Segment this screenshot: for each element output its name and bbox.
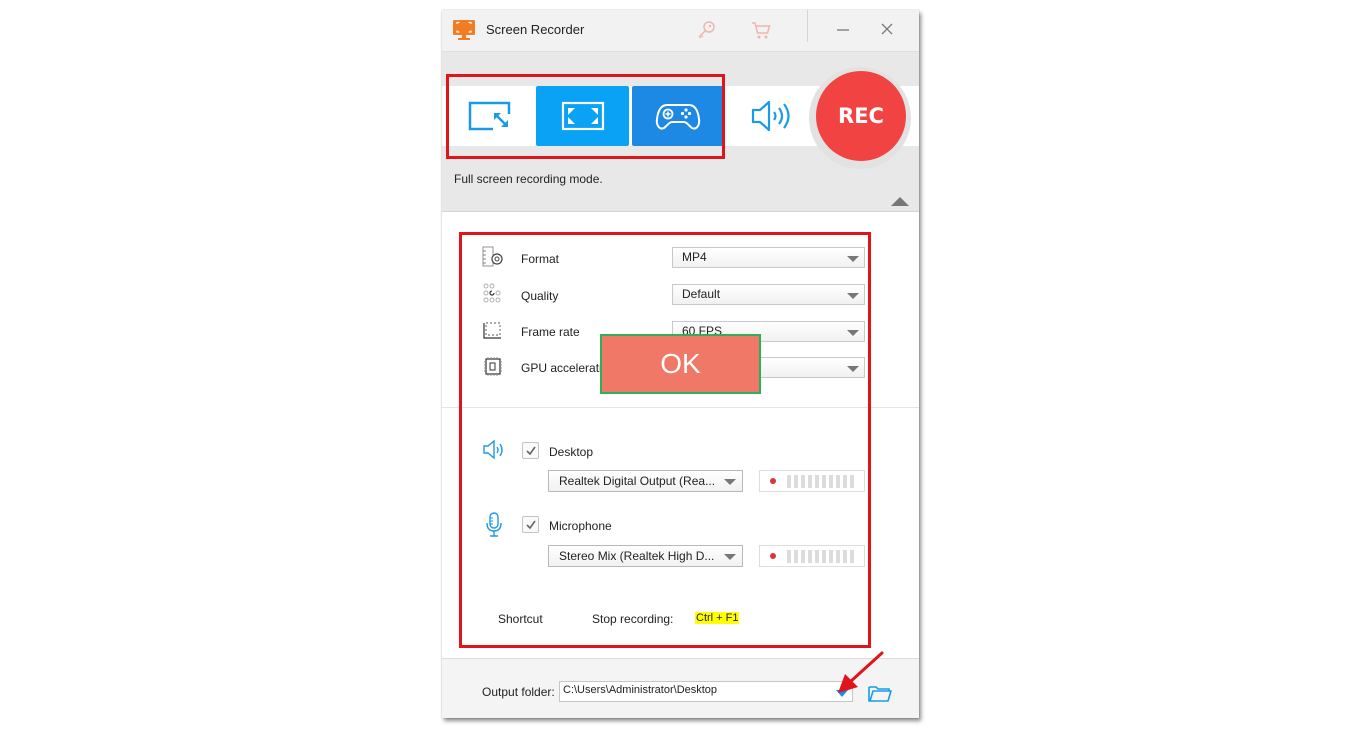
microphone-label: Microphone [549,519,612,533]
window-title: Screen Recorder [486,22,585,37]
rec-button[interactable]: REC [816,71,906,161]
chevron-down-icon [847,366,859,372]
speaker-icon [751,100,790,132]
screen-recorder-window: Screen Recorder REC Full screen recordin… [442,10,919,718]
recording-mode-panel: REC Full screen recording mode. [442,52,919,212]
desktop-level-meter [759,470,865,492]
quality-select[interactable]: Default [672,284,865,305]
microphone-device-value: Stereo Mix (Realtek High D... [559,549,715,563]
record-dot-icon [770,478,776,484]
desktop-device-select[interactable]: Realtek Digital Output (Rea... [548,470,743,492]
region-select-icon [468,101,511,131]
microphone-level-meter [759,545,865,567]
gamepad-icon [655,104,700,130]
desktop-speaker-icon [483,440,503,460]
record-dot-icon [770,553,776,559]
output-folder-input[interactable]: C:\Users\Administrator\Desktop [559,681,853,702]
chevron-down-icon [847,256,859,262]
quality-label: Quality [521,289,559,303]
desktop-audio-checkbox[interactable] [522,442,539,459]
format-value: MP4 [682,250,707,264]
level-bars [787,550,854,563]
monitor-record-icon [453,20,475,40]
chevron-down-icon [847,293,859,299]
ok-overlay-button[interactable]: OK [600,334,761,394]
frame-rate-label: Frame rate [521,325,580,339]
key-icon[interactable] [695,19,717,41]
shortcut-label: Shortcut [498,612,543,626]
mode-description: Full screen recording mode. [454,172,603,186]
mode-game-button[interactable] [632,86,723,146]
frame-rate-icon [483,322,501,339]
format-label: Format [521,252,560,266]
quality-value: Default [682,287,721,301]
output-folder-dropdown[interactable] [836,690,848,697]
output-folder-label: Output folder: [482,685,555,699]
checkmark-icon [526,520,536,530]
checkmark-icon [526,446,536,456]
stop-recording-label: Stop recording: [592,612,674,626]
cart-icon[interactable] [750,19,772,41]
microphone-device-select[interactable]: Stereo Mix (Realtek High D... [548,545,743,567]
collapse-panel-button[interactable] [891,197,909,206]
level-bars [787,475,854,488]
desktop-device-value: Realtek Digital Output (Rea... [559,474,716,488]
chevron-down-icon [724,554,736,560]
minimize-icon[interactable] [828,18,858,40]
stop-recording-hotkey[interactable]: Ctrl + F1 [695,612,740,624]
quality-icon [483,283,501,303]
chevron-down-icon [724,479,736,485]
chevron-down-icon [847,330,859,336]
mode-audio-button[interactable] [727,86,815,146]
fullscreen-icon [561,101,604,131]
format-settings-icon [482,246,503,267]
close-icon[interactable] [874,18,900,40]
titlebar-separator [807,10,808,42]
mode-region-button[interactable] [446,86,534,146]
microphone-checkbox[interactable] [522,516,539,533]
open-folder-icon[interactable] [868,684,892,702]
section-divider [442,407,919,408]
output-footer: Output folder: C:\Users\Administrator\De… [442,658,919,718]
desktop-audio-label: Desktop [549,445,594,459]
microphone-icon [486,512,502,537]
format-select[interactable]: MP4 [672,247,865,268]
mode-fullscreen-button[interactable] [536,86,629,146]
title-bar: Screen Recorder [442,10,919,52]
gpu-chip-icon [484,357,502,376]
